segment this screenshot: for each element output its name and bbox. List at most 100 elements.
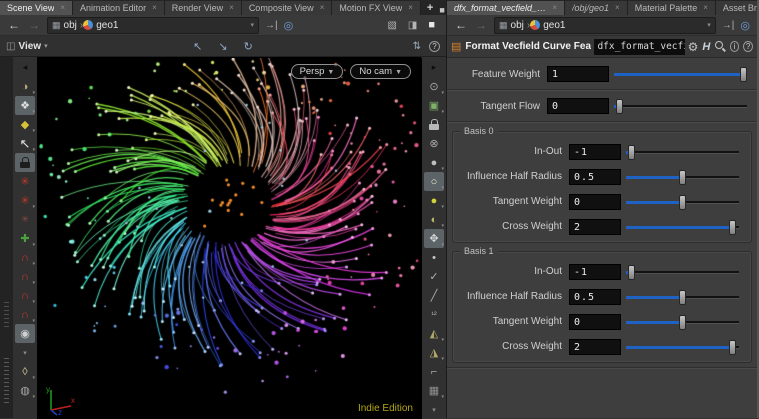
lock-icon[interactable] (15, 153, 35, 172)
param-slider[interactable] (614, 65, 749, 83)
construction-plane-icon[interactable]: ◊ (15, 362, 35, 381)
slider-handle[interactable] (679, 315, 686, 330)
tab-animation-editor[interactable]: Animation Editor× (73, 1, 165, 15)
radial-menu-icon[interactable]: ◎ (737, 19, 753, 32)
houdini-logo-icon[interactable]: H (702, 41, 710, 53)
tab-motion-fx-view[interactable]: Motion FX View× (332, 1, 421, 15)
tab-render-view[interactable]: Render View× (165, 1, 242, 15)
pane-split-icon[interactable]: ◨ (405, 20, 420, 31)
breadcrumb-geo1[interactable]: geo1 (96, 20, 118, 31)
param-slider[interactable] (626, 263, 741, 281)
rotate-tool-icon[interactable]: ✳ (15, 191, 35, 210)
param-slider[interactable] (626, 218, 741, 236)
point-normals-icon[interactable]: ✓ (424, 267, 444, 286)
snap-grid-icon[interactable]: ∩ (15, 248, 35, 267)
select-arrow-icon[interactable]: ↖ (15, 134, 35, 153)
display-sort-icon[interactable]: ⇅ (413, 41, 421, 52)
pin-icon[interactable]: →| (262, 20, 281, 31)
help-icon[interactable]: ? (429, 41, 440, 52)
network-path-field[interactable]: ▦ obj › geo1 ▾ (494, 17, 716, 34)
select-tool-icon[interactable]: ↖ (193, 40, 202, 53)
tab-obj-geo1[interactable]: /obj/geo1× (565, 1, 628, 15)
back-button[interactable]: ← (4, 18, 24, 32)
param-value-field[interactable]: 0 (569, 314, 621, 330)
translate-tool-icon[interactable]: ↘ (218, 40, 227, 53)
param-value-field[interactable]: 2 (569, 339, 621, 355)
material-sphere-icon[interactable]: ● (424, 153, 444, 172)
snap-magnet-icon[interactable]: ∩ (15, 305, 35, 324)
maximize-pane-icon[interactable]: ■ (425, 19, 438, 31)
tab-composite-view[interactable]: Composite View× (242, 1, 333, 15)
viewport-3d[interactable]: Persp▼ No cam▼ Indie Edition y x z (37, 57, 421, 418)
pin-icon[interactable]: →| (719, 20, 738, 31)
handles-tool-icon[interactable]: ✚ (15, 229, 35, 248)
headlight-off-icon[interactable]: ⊗ (424, 134, 444, 153)
param-value-field[interactable]: 0.5 (569, 169, 621, 185)
slider-handle[interactable] (679, 170, 686, 185)
pane-edge-grip[interactable] (0, 57, 13, 418)
param-slider[interactable] (626, 143, 741, 161)
tab-material-palette[interactable]: Material Palette× (628, 1, 716, 15)
tab-dfx-format-vecfield-cu[interactable]: dfx_format_vecfield_cu...× (447, 1, 565, 15)
reference-disc-icon[interactable]: ◍ (15, 381, 35, 400)
lighting-bulb-icon[interactable]: ○ (424, 172, 444, 191)
view-corner-icon[interactable]: ⌐ (424, 362, 444, 381)
param-slider[interactable] (626, 338, 741, 356)
gear-icon[interactable]: ⚙ (688, 40, 699, 54)
param-value-field[interactable]: -1 (569, 144, 621, 160)
slider-handle[interactable] (729, 340, 736, 355)
network-path-field[interactable]: ▦ obj › geo1 ▾ (47, 17, 259, 34)
radial-menu-icon[interactable]: ◎ (281, 19, 297, 32)
search-icon[interactable] (714, 40, 725, 53)
select-geometry-icon[interactable]: ❖ (15, 96, 35, 115)
expand-arrow-icon[interactable]: ▸ (424, 58, 444, 77)
param-slider[interactable] (626, 193, 741, 211)
point-numbers-icon[interactable]: ¹² (424, 305, 444, 324)
snap-point-icon[interactable]: ∩ (15, 286, 35, 305)
pane-menu-icon[interactable]: ■ (439, 5, 444, 15)
viewport-render[interactable] (37, 58, 422, 419)
param-slider[interactable] (626, 288, 741, 306)
param-value-field[interactable]: 0 (547, 98, 609, 114)
visibility-eye-icon[interactable]: ⊙ (424, 77, 444, 96)
camera-pan-icon[interactable]: ✥ (424, 229, 444, 248)
slider-handle[interactable] (729, 220, 736, 235)
persp-dropdown[interactable]: Persp▼ (291, 64, 344, 79)
slider-handle[interactable] (740, 67, 747, 82)
close-tab-icon[interactable]: × (229, 4, 234, 12)
breadcrumb-geo1[interactable]: geo1 (543, 20, 565, 31)
slider-handle[interactable] (628, 145, 635, 160)
help-icon[interactable]: ? (743, 41, 753, 52)
view-menu-caret-icon[interactable]: ▾ (44, 42, 48, 50)
group-list-icon[interactable]: ▦ (424, 381, 444, 400)
param-value-field[interactable]: 0.5 (569, 289, 621, 305)
shadow-bulb-icon[interactable]: ◐ (424, 210, 444, 229)
close-tab-icon[interactable]: × (60, 4, 65, 12)
slider-handle[interactable] (628, 265, 635, 280)
drag-grip[interactable] (4, 302, 9, 328)
close-tab-icon[interactable]: × (552, 4, 557, 12)
forward-button[interactable]: → (471, 18, 491, 32)
breadcrumb-obj[interactable]: obj (511, 20, 524, 31)
path-dropdown-icon[interactable]: ▾ (707, 21, 711, 29)
secure-selection-icon[interactable]: ◑ (15, 77, 35, 96)
strip-caret-icon[interactable]: ▾ (424, 400, 444, 419)
forward-button[interactable]: → (24, 18, 44, 32)
path-dropdown-icon[interactable]: ▾ (250, 21, 254, 29)
close-tab-icon[interactable]: × (615, 4, 620, 12)
drag-grip[interactable] (4, 358, 9, 406)
param-value-field[interactable]: 1 (547, 66, 609, 82)
strip-caret-icon[interactable]: ▾ (15, 343, 35, 362)
snap-edge-icon[interactable]: ∩ (15, 267, 35, 286)
slider-handle[interactable] (679, 195, 686, 210)
hq-light-bulb-icon[interactable]: ● (424, 191, 444, 210)
points-display-icon[interactable]: • (424, 248, 444, 267)
collapse-arrow-icon[interactable]: ◂ (15, 58, 35, 77)
scale-tool-icon[interactable]: ✳ (15, 210, 35, 229)
point-trails-icon[interactable]: ╱ (424, 286, 444, 305)
slider-handle[interactable] (679, 290, 686, 305)
back-button[interactable]: ← (451, 18, 471, 32)
snapshot-icon[interactable]: ▧ (384, 20, 399, 31)
param-slider[interactable] (626, 313, 741, 331)
close-tab-icon[interactable]: × (320, 4, 325, 12)
